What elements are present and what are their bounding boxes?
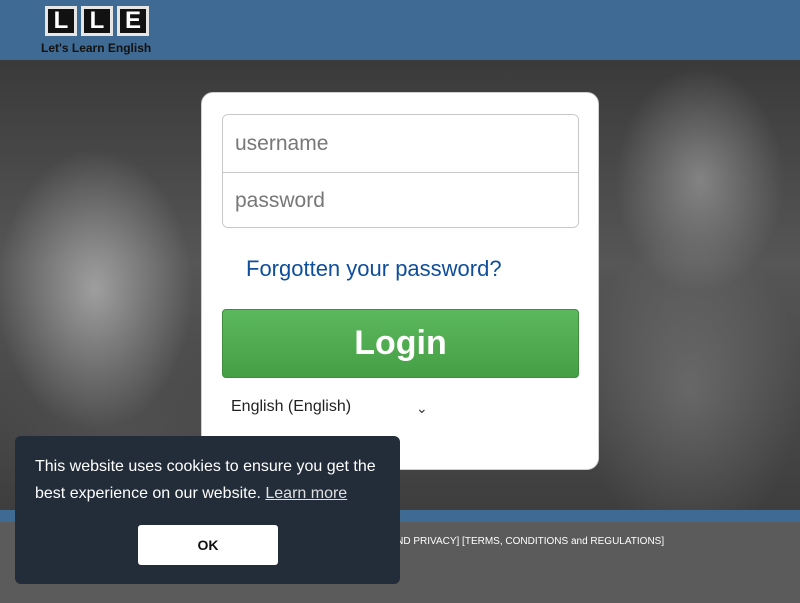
- cookie-message: This website uses cookies to ensure you …: [35, 453, 385, 507]
- header-bar: L L E Let's Learn English: [0, 0, 800, 60]
- cookie-banner: This website uses cookies to ensure you …: [15, 436, 400, 584]
- site-logo[interactable]: L L E Let's Learn English: [41, 6, 165, 58]
- username-input[interactable]: [223, 115, 578, 172]
- forgot-password-link[interactable]: Forgotten your password?: [246, 256, 502, 282]
- credentials-group: [222, 114, 579, 228]
- login-card: Forgotten your password? Login English (…: [201, 92, 599, 470]
- language-select[interactable]: English (English) ⌄: [231, 398, 431, 424]
- logo-tiles: L L E: [45, 6, 149, 36]
- footer-links[interactable]: N AND PRIVACY] [TERMS, CONDITIONS and RE…: [380, 536, 664, 547]
- logo-tagline: Let's Learn English: [41, 41, 152, 55]
- login-button[interactable]: Login: [222, 309, 579, 378]
- chevron-down-icon: ⌄: [416, 400, 428, 416]
- logo-letter: E: [117, 6, 149, 36]
- learn-more-link[interactable]: Learn more: [265, 485, 347, 502]
- logo-letter: L: [45, 6, 77, 36]
- logo-letter: L: [81, 6, 113, 36]
- password-input[interactable]: [223, 172, 578, 227]
- language-selected-value: English (English): [231, 398, 352, 415]
- cookie-ok-button[interactable]: OK: [138, 525, 278, 565]
